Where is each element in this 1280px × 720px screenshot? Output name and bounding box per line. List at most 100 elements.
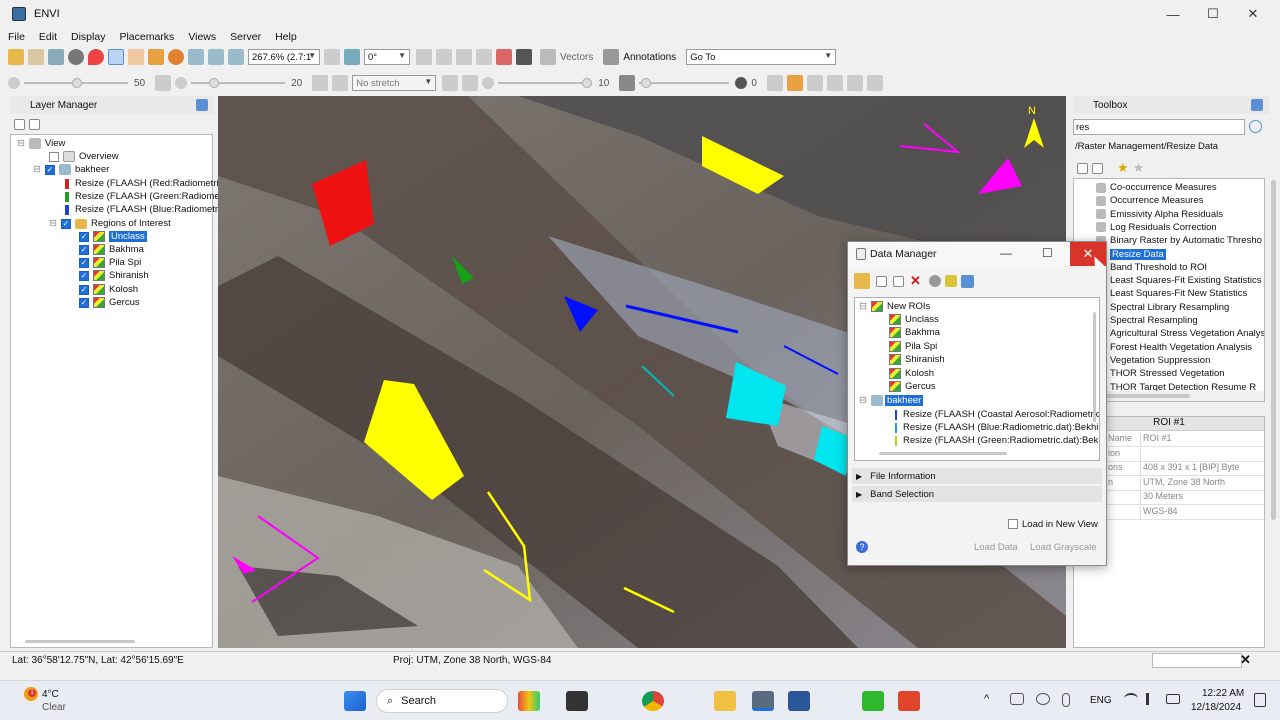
dm-maximize-button[interactable]: ☐	[1042, 246, 1053, 260]
dataset-checkbox[interactable]: ✓	[44, 164, 55, 175]
property-value[interactable]: 408 x 391 x 1 [BIP] Byte	[1140, 462, 1240, 475]
data-manager-icon[interactable]	[28, 49, 44, 65]
dm-band-3[interactable]: Resize (FLAASH (Green:Radiometric.dat):B…	[895, 434, 1099, 447]
display-icon[interactable]	[48, 49, 64, 65]
annotations-menu[interactable]: Annotations	[623, 52, 676, 63]
menu-display[interactable]: Display	[71, 31, 105, 43]
property-value[interactable]: UTM, Zone 38 North	[1140, 476, 1225, 490]
dm-band-1[interactable]: Resize (FLAASH (Coastal Aerosol:Radiomet…	[895, 408, 1099, 421]
file-information-section[interactable]: ▶ File Information	[852, 468, 1102, 484]
menu-edit[interactable]: Edit	[39, 31, 57, 43]
toolbox-search-input[interactable]: res	[1073, 119, 1245, 135]
dm-roi-item[interactable]: Kolosh	[889, 367, 934, 380]
toolbox-pin-icon[interactable]	[1251, 99, 1263, 111]
load-grayscale-button[interactable]: Load Grayscale	[1030, 539, 1097, 555]
overview-checkbox[interactable]	[49, 151, 59, 162]
roi-group-checkbox[interactable]: ✓	[60, 218, 71, 229]
chip-icon[interactable]	[806, 75, 823, 91]
menu-file[interactable]: File	[8, 31, 25, 43]
view-layout-icon[interactable]	[826, 75, 843, 91]
toolbox-item[interactable]: Band Threshold to ROI	[1096, 261, 1207, 274]
help-icon[interactable]: ?	[856, 541, 868, 553]
dm-expand-icon[interactable]	[876, 275, 887, 287]
tree-roi-shiranish[interactable]: ✓ Shiranish	[79, 269, 149, 282]
rotation-field[interactable]: 0° ▼	[364, 49, 410, 65]
tree-dataset[interactable]: ⊟ ✓ bakheer	[33, 163, 109, 176]
toolbox-item[interactable]: Least Squares-Fit New Statistics	[1096, 287, 1247, 300]
toolbox-vscrollbar[interactable]	[1271, 180, 1276, 520]
zoom-out-icon[interactable]	[208, 49, 224, 65]
vector-tool-icon[interactable]	[416, 49, 432, 65]
toolbox-item[interactable]: Vegetation Suppression	[1096, 354, 1210, 367]
vectors-menu[interactable]: Vectors	[560, 52, 593, 63]
toolbox-item[interactable]: Spectral Library Resampling	[1096, 301, 1229, 314]
menu-help[interactable]: Help	[275, 31, 297, 43]
language-indicator[interactable]: ENG	[1090, 695, 1112, 706]
menu-views[interactable]: Views	[188, 31, 216, 43]
status-cancel-icon[interactable]: ✕	[1240, 652, 1251, 668]
property-value[interactable]: ROI #1	[1140, 433, 1172, 446]
stretch-preview-icon[interactable]	[332, 75, 349, 91]
dm-open-icon[interactable]	[854, 273, 870, 289]
stretch-icon[interactable]	[312, 75, 329, 91]
refresh-icon[interactable]	[155, 75, 172, 91]
dm-band-2[interactable]: Resize (FLAASH (Blue:Radiometric.dat):Be…	[895, 421, 1098, 434]
toolbox-collapse-icon[interactable]	[1092, 162, 1103, 174]
toolbox-item[interactable]: Log Residuals Correction	[1096, 221, 1217, 234]
load-new-view-checkbox[interactable]	[1008, 519, 1018, 529]
dm-close-all-icon[interactable]	[928, 275, 941, 287]
text-tool-icon[interactable]	[516, 49, 532, 65]
toolbox-item[interactable]: Spectral Resampling	[1096, 314, 1198, 327]
volume-icon[interactable]	[1146, 693, 1158, 705]
favorite-star-icon[interactable]: ★	[1117, 160, 1129, 176]
sync-icon[interactable]	[1036, 693, 1050, 705]
view-swipe-icon[interactable]	[866, 75, 883, 91]
word-icon[interactable]	[788, 691, 810, 711]
vector-split-icon[interactable]	[476, 49, 492, 65]
roi-checkbox[interactable]: ✓	[79, 297, 89, 308]
dm-roi-item[interactable]: Pila Spi	[889, 340, 937, 353]
roi-checkbox[interactable]: ✓	[79, 231, 89, 242]
show-hidden-icons[interactable]: ^	[984, 693, 989, 705]
envi-taskbar-icon[interactable]	[752, 691, 774, 711]
task-view-icon[interactable]	[566, 691, 588, 711]
file-explorer-icon[interactable]	[714, 691, 736, 711]
tree-overview[interactable]: Overview	[49, 150, 119, 163]
select-icon[interactable]	[108, 49, 124, 65]
dm-remove-icon[interactable]: ✕	[910, 273, 921, 289]
rotate-right-icon[interactable]	[344, 49, 360, 65]
roi-checkbox[interactable]: ✓	[79, 257, 89, 268]
tree-band-blue[interactable]: Resize (FLAASH (Blue:Radiometri	[65, 203, 220, 216]
toolbox-refresh-icon[interactable]	[1249, 120, 1262, 133]
tree-roi-pilaspi[interactable]: ✓ Pila Spi	[79, 256, 141, 269]
stretch-field[interactable]: No stretch ▼	[352, 75, 437, 91]
microphone-icon[interactable]	[1062, 693, 1070, 707]
toolbox-item[interactable]: Emissivity Alpha Residuals	[1096, 208, 1223, 221]
tree-band-green[interactable]: Resize (FLAASH (Green:Radiome	[65, 190, 220, 203]
chrome-icon[interactable]	[642, 691, 664, 711]
dm-minimize-button[interactable]: —	[1000, 246, 1012, 260]
dm-collapse-icon[interactable]	[893, 275, 904, 287]
dm-export-icon[interactable]	[960, 274, 974, 288]
dm-roi-item[interactable]: Shiranish	[889, 353, 945, 366]
dm-roi-item[interactable]: Gercus	[889, 380, 936, 393]
transparency-slider[interactable]	[639, 77, 730, 89]
property-value[interactable]	[1140, 447, 1143, 461]
dm-new-rois[interactable]: ⊟ New ROIs	[859, 300, 930, 313]
collapse-all-icon[interactable]	[29, 118, 40, 130]
load-new-view-option[interactable]: Load in New View	[1008, 517, 1098, 531]
goto-field[interactable]: Go To ▼	[686, 49, 837, 65]
property-value[interactable]: 30 Meters	[1140, 491, 1183, 504]
view-blend-icon[interactable]	[846, 75, 863, 91]
vector-join-icon[interactable]	[456, 49, 472, 65]
toolbox-item[interactable]: Occurrence Measures	[1096, 194, 1203, 207]
toolbox-item[interactable]: Binary Raster by Automatic Thresho	[1096, 234, 1262, 247]
dm-vscrollbar[interactable]	[1093, 312, 1096, 422]
load-data-button[interactable]: Load Data	[974, 539, 1018, 555]
crosshair-icon[interactable]	[68, 49, 84, 65]
dm-pin-icon[interactable]	[944, 275, 957, 287]
tree-roi-bakhma[interactable]: ✓ Bakhma	[79, 243, 144, 256]
fly-icon[interactable]	[148, 49, 164, 65]
stretch-options-icon[interactable]	[462, 75, 479, 91]
pin-icon[interactable]	[196, 99, 208, 111]
